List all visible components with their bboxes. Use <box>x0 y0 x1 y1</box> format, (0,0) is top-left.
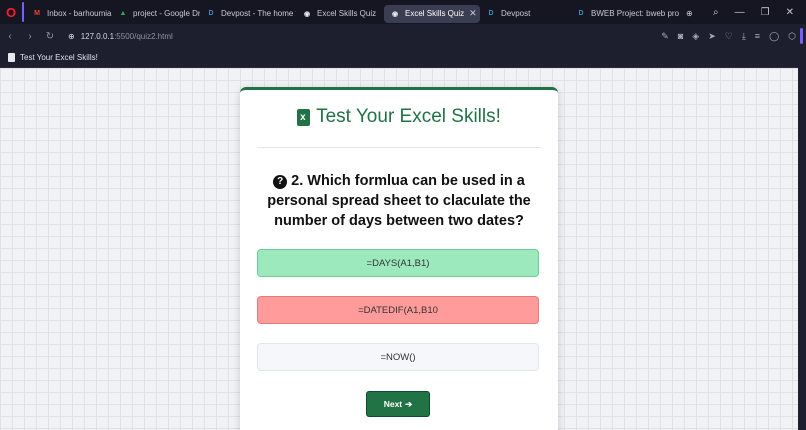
browser-tab[interactable]: ◉ Excel Skills Quiz ✕ <box>384 4 480 23</box>
option-label: =DAYS(A1,B1) <box>366 257 430 269</box>
back-icon[interactable]: ‹ <box>0 31 20 42</box>
quiz-title: Test Your Excel Skills! <box>240 106 558 128</box>
edit-icon[interactable]: ✎ <box>661 31 669 42</box>
sidebar-indicator <box>800 28 803 44</box>
excel-file-icon <box>297 108 311 126</box>
url-path: :5500/quiz2.html <box>114 31 173 41</box>
browser-tab[interactable]: M Inbox - barhoumiamina <box>26 5 112 23</box>
option-label: =NOW() <box>380 351 416 363</box>
extensions-icon[interactable]: ⬡ <box>788 31 796 42</box>
question-icon: ? <box>273 175 288 189</box>
page-viewport: Test Your Excel Skills! ?2. Which formlu… <box>0 68 798 430</box>
quiz-card: Test Your Excel Skills! ?2. Which formlu… <box>240 87 558 430</box>
sidebar-accent <box>22 2 24 22</box>
bookmarks-bar: Test Your Excel Skills! <box>0 48 806 68</box>
tab-label: Devpost <box>501 9 531 18</box>
close-icon[interactable]: ✕ <box>786 7 794 18</box>
option-2-button[interactable]: =DATEDIF(A1,B10 <box>257 296 539 324</box>
reload-icon[interactable]: ↻ <box>40 31 60 42</box>
minimize-icon[interactable]: — <box>735 7 745 18</box>
bookmark-item[interactable]: Test Your Excel Skills! <box>8 53 98 62</box>
bookmark-label: Test Your Excel Skills! <box>20 53 98 62</box>
browser-tab[interactable]: ▲ project - Google Drive <box>112 5 200 23</box>
address-bar: ‹ › ↻ ⊕ 127.0.0.1:5500/quiz2.html ✎ ◙ ◈ … <box>0 24 806 48</box>
devpost-icon: D <box>578 10 584 17</box>
browser-tab[interactable]: D Devpost <box>480 5 570 23</box>
url-field[interactable]: ⊕ 127.0.0.1:5500/quiz2.html <box>68 32 173 41</box>
next-button[interactable]: Next ➔ <box>366 391 430 417</box>
google-drive-icon: ▲ <box>119 10 127 17</box>
tab-label: Devpost - The home fo <box>221 9 296 18</box>
heart-icon[interactable]: ♡ <box>725 31 733 42</box>
browser-tab[interactable]: ◉ Excel Skills Quiz <box>296 5 384 23</box>
globe-icon: ◉ <box>303 10 311 18</box>
gmail-icon: M <box>34 10 40 17</box>
shield-icon[interactable]: ◈ <box>692 31 699 42</box>
tab-label: Excel Skills Quiz <box>317 9 377 18</box>
devpost-icon: D <box>488 10 494 17</box>
camera-icon[interactable]: ◙ <box>678 31 683 41</box>
forward-icon[interactable]: › <box>20 31 40 42</box>
question-label: 2. Which formlua can be used in a person… <box>267 173 531 229</box>
browser-sidebar <box>798 24 806 430</box>
question-text: ? 2. Which formlua can be used in a perso… <box>262 171 536 231</box>
next-label: Next <box>383 399 403 409</box>
option-label: =DATEDIF(A1,B10 <box>358 304 438 316</box>
send-icon[interactable]: ➤ <box>708 31 716 42</box>
site-info-icon[interactable]: ⊕ <box>68 32 75 41</box>
divider <box>257 147 541 148</box>
url-host: 127.0.0.1 <box>80 31 115 41</box>
profile-icon[interactable]: ◯ <box>769 31 779 42</box>
new-tab-icon[interactable]: ⊕ <box>680 5 702 23</box>
menu-icon[interactable]: ≡ <box>755 31 760 41</box>
devpost-icon: D <box>208 10 214 17</box>
tab-bar: O M Inbox - barhoumiamina ▲ project - Googl… <box>0 0 806 24</box>
opera-logo-icon[interactable]: O <box>0 0 22 24</box>
quiz-title-text: Test Your Excel Skills! <box>316 106 501 127</box>
globe-icon: ◉ <box>391 10 399 18</box>
option-3-button[interactable]: =NOW() <box>257 343 539 371</box>
restore-icon[interactable]: ❐ <box>761 7 770 18</box>
tab-label: Inbox - barhoumiamina <box>47 9 112 18</box>
arrow-right-icon: ➔ <box>405 398 413 409</box>
browser-tab[interactable]: D BWEB Project: bweb pro <box>570 5 680 23</box>
browser-tab[interactable]: D Devpost - The home fo <box>200 5 296 23</box>
tab-label: project - Google Drive <box>133 9 200 18</box>
tab-label: Excel Skills Quiz <box>405 9 465 18</box>
document-icon <box>8 53 15 62</box>
close-tab-icon[interactable]: ✕ <box>469 8 477 19</box>
option-1-button[interactable]: =DAYS(A1,B1) <box>257 249 539 277</box>
search-icon[interactable]: ⌕ <box>713 7 719 18</box>
tab-label: BWEB Project: bweb pro <box>591 9 680 18</box>
download-icon[interactable]: ⤓ <box>742 31 746 42</box>
